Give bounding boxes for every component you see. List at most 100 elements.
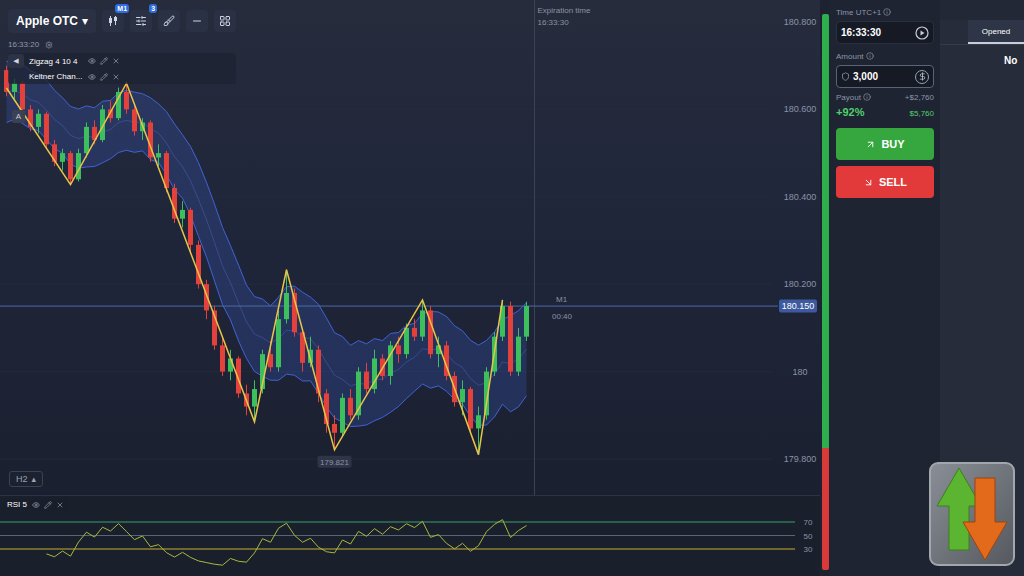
info-icon[interactable]: [883, 8, 891, 16]
candle-countdown: 00:40: [552, 312, 573, 321]
brush-icon: [163, 15, 175, 27]
candle: [412, 319, 417, 341]
time-step-icon[interactable]: [915, 26, 929, 40]
period-selector[interactable]: H2 ▴: [9, 471, 43, 487]
brand-logo: [929, 462, 1015, 566]
rsi-actions: [32, 501, 64, 509]
candle: [36, 109, 41, 133]
arrow-down-right-icon: [863, 177, 874, 188]
payout-total: $5,760: [910, 109, 934, 118]
candlestick-icon: [107, 15, 119, 27]
candle: [508, 302, 513, 376]
candle: [68, 151, 73, 185]
eye-icon[interactable]: [88, 73, 96, 81]
candle: [76, 149, 81, 182]
pencil-icon[interactable]: [100, 57, 108, 65]
price-tick: 180.400: [0, 192, 816, 202]
buy-button[interactable]: BUY: [836, 128, 934, 160]
candle: [524, 302, 529, 341]
toolbar-row: Apple OTC ▾ M1 3: [8, 9, 236, 33]
svg-text:179.800: 179.800: [784, 454, 817, 464]
candle: [428, 306, 433, 358]
eye-icon[interactable]: [32, 501, 40, 509]
indicators-button[interactable]: 3: [130, 10, 152, 32]
svg-text:180: 180: [792, 367, 807, 377]
chart-type-button[interactable]: M1: [102, 10, 124, 32]
time-label: Time UTC+1: [836, 6, 934, 18]
info-icon[interactable]: [866, 52, 874, 60]
time-field[interactable]: 16:33:30: [836, 21, 934, 44]
keltner-lower: [7, 119, 527, 426]
candle: [172, 184, 177, 223]
rsi-level: 70: [0, 518, 813, 527]
shield-icon: [841, 72, 850, 81]
candle: [236, 356, 241, 398]
orders-tabs: Opened: [940, 20, 1024, 45]
close-icon[interactable]: [112, 73, 120, 81]
amount-value: 3,000: [841, 71, 912, 82]
candle: [340, 393, 345, 437]
low-price-label: 179.821: [318, 456, 352, 468]
sell-button[interactable]: SELL: [836, 166, 934, 198]
asset-caret: ▾: [82, 14, 88, 28]
rsi-label: RSI 5: [7, 500, 27, 509]
orders-empty-text: No: [940, 45, 1024, 66]
svg-text:50: 50: [804, 532, 813, 541]
period-label: H2: [16, 474, 28, 484]
price-tick: 179.800: [0, 454, 816, 464]
rsi-line: [47, 520, 527, 566]
time-value: 16:33:30: [841, 27, 912, 38]
minus-icon: [191, 15, 203, 27]
chart-clock-text: 16:33:20: [8, 40, 39, 49]
current-price-badge: 180.150: [779, 300, 817, 313]
indicator-name: Zigzag 4 10 4: [29, 57, 83, 66]
chart-toolbar: Apple OTC▾M1316:33:20◀Zigzag 4 10 4Keltn…: [8, 9, 236, 84]
close-icon[interactable]: [56, 501, 64, 509]
payout-summary: +92%$5,760: [836, 106, 934, 122]
info-icon[interactable]: [863, 93, 871, 101]
orders-header: [940, 0, 1024, 20]
gear-icon[interactable]: [45, 41, 53, 49]
trade-panel: Time UTC+116:33:30Amount3,000Payout+$2,7…: [830, 0, 940, 576]
current-price-line: [0, 306, 778, 307]
pencil-icon[interactable]: [44, 501, 52, 509]
layout-button[interactable]: [214, 10, 236, 32]
drawing-marker[interactable]: A: [12, 110, 25, 123]
currency-button[interactable]: [915, 70, 929, 84]
payout-profit: +$2,760: [905, 93, 934, 102]
zigzag-line: [7, 83, 503, 454]
svg-text:180.150: 180.150: [782, 301, 815, 311]
rsi-chart[interactable]: 70 50 30: [0, 496, 820, 576]
candle: [60, 149, 65, 171]
candle: [516, 328, 521, 376]
current-timeframe: M1: [556, 295, 568, 304]
svg-text:180.400: 180.400: [784, 192, 817, 202]
svg-text:70: 70: [804, 518, 813, 527]
asset-name: Apple OTC: [16, 14, 78, 28]
sentiment-up: [822, 14, 829, 448]
grid-icon: [219, 15, 231, 27]
rsi-panel: 70 50 30 RSI 5: [0, 495, 820, 576]
asset-selector[interactable]: Apple OTC ▾: [8, 9, 96, 33]
expiration-line: [534, 0, 535, 495]
eye-icon[interactable]: [88, 57, 96, 65]
orders-tab[interactable]: Opened: [968, 20, 1024, 44]
period-caret: ▴: [32, 474, 37, 484]
rsi-level: 30: [0, 545, 813, 554]
indicator-actions: [88, 57, 120, 65]
svg-text:180.200: 180.200: [784, 279, 817, 289]
candle: [44, 112, 49, 149]
arrow-up-right-icon: [865, 139, 876, 150]
close-icon[interactable]: [112, 57, 120, 65]
candle: [372, 350, 377, 394]
amount-field[interactable]: 3,000: [836, 65, 934, 88]
drawing-button[interactable]: [158, 10, 180, 32]
pencil-icon[interactable]: [100, 73, 108, 81]
chart-clock: 16:33:20: [8, 40, 236, 49]
line-button[interactable]: [186, 10, 208, 32]
svg-text:180.600: 180.600: [784, 104, 817, 114]
collapse-button[interactable]: ◀: [8, 54, 24, 68]
candle: [180, 201, 185, 227]
svg-text:179.821: 179.821: [320, 458, 349, 467]
main-chart-panel: 180.800180.600180.400180.200180179.800Ex…: [0, 0, 820, 495]
